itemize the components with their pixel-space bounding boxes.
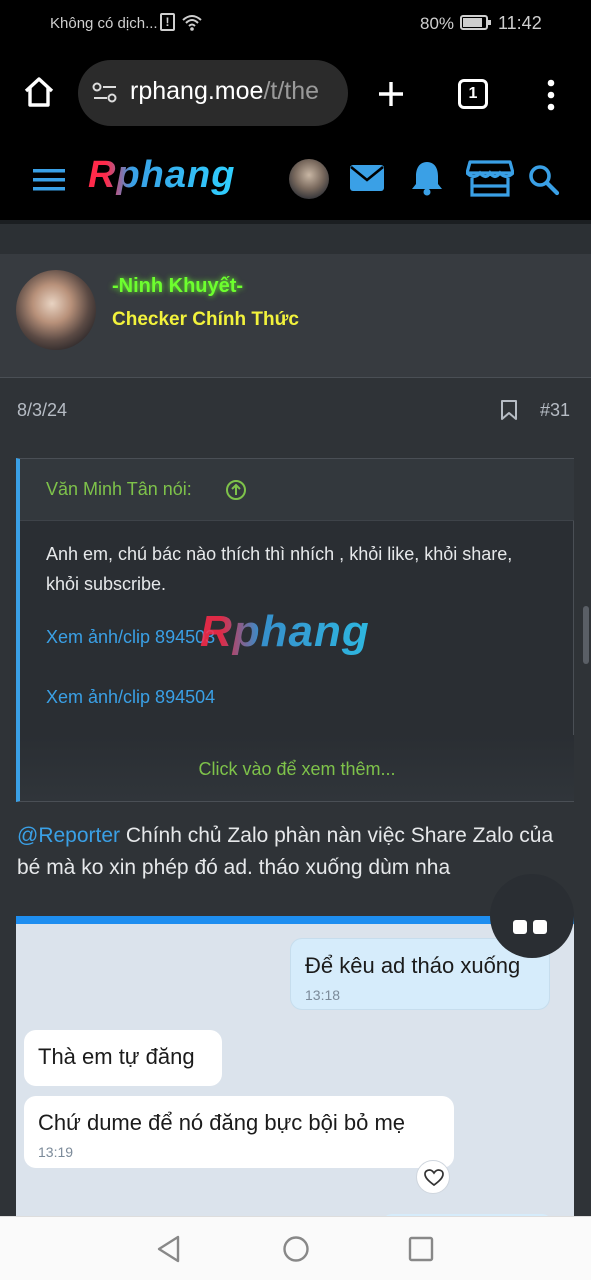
new-tab-icon[interactable] bbox=[376, 79, 406, 109]
quote-header[interactable]: Văn Minh Tân nói: bbox=[20, 459, 574, 521]
site-settings-icon[interactable] bbox=[92, 82, 118, 104]
chat-bubble-left: Chứ dume để nó đăng bực bội bỏ mẹ 13:19 bbox=[24, 1096, 454, 1168]
site-logo[interactable]: Rphang bbox=[88, 154, 235, 197]
site-header: Rphang bbox=[0, 140, 591, 220]
browser-toolbar: rphang.moe/t/the 1 bbox=[0, 48, 591, 140]
post-user-header: -Ninh Khuyết- Checker Chính Thức bbox=[0, 254, 591, 378]
url-domain: rphang.moe bbox=[130, 77, 264, 105]
store-icon[interactable] bbox=[466, 158, 514, 198]
quote-author[interactable]: Văn Minh Tân nói: bbox=[46, 479, 192, 500]
chat-bubble-left: Thà em tự đăng bbox=[24, 1030, 222, 1086]
mention-link[interactable]: @Reporter bbox=[17, 824, 120, 847]
bookmark-icon[interactable] bbox=[500, 399, 518, 421]
poster-avatar[interactable] bbox=[16, 270, 96, 350]
quote-text: Anh em, chú bác nào thích thì nhích , kh… bbox=[46, 544, 513, 594]
tab-count-button[interactable]: 1 bbox=[458, 79, 488, 109]
home-nav-icon[interactable] bbox=[282, 1235, 310, 1263]
bell-icon[interactable] bbox=[410, 160, 444, 196]
chat-message-text: Thà em tự đăng bbox=[38, 1044, 195, 1069]
url-text[interactable]: rphang.moe/t/the bbox=[130, 77, 342, 106]
user-avatar[interactable] bbox=[289, 159, 329, 199]
home-icon[interactable] bbox=[22, 76, 56, 108]
jump-up-icon[interactable] bbox=[225, 479, 247, 501]
search-icon[interactable] bbox=[528, 164, 560, 196]
clock: 11:42 bbox=[498, 13, 542, 33]
wifi-icon bbox=[182, 15, 202, 31]
quote-block: Văn Minh Tân nói: Anh em, chú bác nào th… bbox=[16, 458, 574, 802]
carrier-text: Không có dịch... bbox=[50, 15, 158, 32]
chat-message-text: Chứ dume để nó đăng bực bội bỏ mẹ bbox=[38, 1110, 406, 1135]
quote-media-link-2[interactable]: Xem ảnh/clip 894504 bbox=[46, 687, 215, 708]
system-nav-bar bbox=[0, 1216, 591, 1280]
scrollbar-thumb[interactable] bbox=[583, 606, 589, 664]
quote-expand-link[interactable]: Click vào để xem thêm... bbox=[20, 759, 574, 780]
url-path: /t/the bbox=[263, 77, 320, 105]
chat-message-text: Để kêu ad tháo xuống bbox=[305, 953, 521, 978]
recents-icon[interactable] bbox=[408, 1236, 434, 1262]
quote-media-link-1[interactable]: Xem ảnh/clip 894503 bbox=[46, 627, 215, 648]
watermark-logo: Rphang bbox=[200, 607, 370, 656]
address-bar[interactable]: rphang.moe/t/the bbox=[78, 60, 348, 126]
back-icon[interactable] bbox=[156, 1235, 182, 1263]
alert-icon: ! bbox=[160, 13, 175, 31]
fab-dot-icon bbox=[533, 920, 547, 934]
forum-post: -Ninh Khuyết- Checker Chính Thức 8/3/24 … bbox=[0, 254, 591, 1216]
hamburger-menu-icon[interactable] bbox=[33, 167, 67, 193]
mail-icon[interactable] bbox=[349, 164, 385, 192]
post-date[interactable]: 8/3/24 bbox=[17, 400, 67, 421]
floating-menu-button[interactable] bbox=[490, 874, 574, 958]
more-menu-icon[interactable] bbox=[544, 78, 558, 112]
battery-percent: 80% bbox=[420, 14, 455, 33]
quote-expand-area[interactable]: Click vào để xem thêm... bbox=[20, 735, 574, 801]
post-body: @Reporter Chính chủ Zalo phàn nàn việc S… bbox=[17, 820, 577, 884]
section-separator bbox=[0, 220, 591, 254]
poster-title: Checker Chính Thức bbox=[112, 309, 299, 330]
heart-icon bbox=[424, 1169, 444, 1187]
chat-message-time: 13:19 bbox=[38, 1144, 74, 1160]
fab-dot-icon bbox=[513, 920, 527, 934]
post-number[interactable]: #31 bbox=[540, 400, 570, 421]
chat-message-time: 13:18 bbox=[305, 987, 341, 1003]
chat-react-button bbox=[416, 1160, 450, 1194]
poster-username[interactable]: -Ninh Khuyết- bbox=[112, 275, 243, 298]
battery-icon bbox=[460, 15, 491, 30]
status-bar: Không có dịch... ! 80% 11:42 bbox=[0, 0, 591, 48]
attached-chat-image[interactable]: Để kêu ad tháo xuống 13:18 Thà em tự đăn… bbox=[16, 916, 574, 1216]
